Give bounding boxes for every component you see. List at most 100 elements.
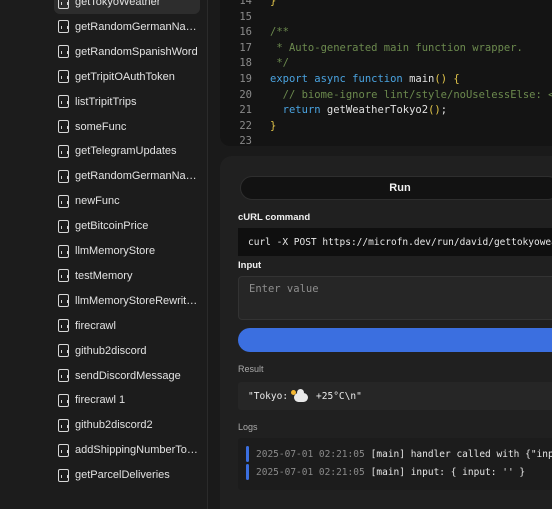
line-number: 22 (239, 119, 252, 132)
input-label: Input (238, 260, 262, 271)
code-text: export async function main() { (270, 73, 460, 85)
sidebar-item-label: getTripitOAuthToken (75, 70, 175, 83)
sidebar-item-label: someFunc (75, 120, 127, 133)
log-timestamp: 2025-07-01 02:21:05 (256, 466, 365, 478)
curl-command[interactable]: curl -X POST https://microfn.dev/run/dav… (238, 228, 552, 256)
line-number: 19 (239, 73, 252, 85)
log-message: [main] input: { input: '' } (370, 466, 526, 478)
result-output: "Tokyo: +25°C\n" (238, 382, 552, 410)
sidebar-item[interactable]: testMemory (54, 264, 200, 288)
code-text: * Auto-generated main function wrapper. (270, 41, 523, 54)
code-text: /** (270, 26, 289, 39)
sidebar-item-label: github2discord2 (75, 419, 153, 432)
run-panel: Run cURL command curl -X POST https://mi… (220, 156, 552, 509)
code-file-icon (58, 294, 69, 308)
logs-output: 2025-07-01 02:21:05 [main] handler calle… (238, 438, 552, 490)
log-level-marker (246, 446, 249, 462)
sidebar-item[interactable]: llmMemoryStoreRewritt… (54, 289, 200, 313)
log-level-marker (246, 464, 249, 480)
sidebar-item-label: github2discord (75, 344, 147, 357)
line-number: 23 (239, 135, 252, 146)
result-label: Result (238, 364, 264, 374)
sidebar-item-label: firecrawl (75, 319, 116, 332)
sun-cloud-icon (291, 388, 309, 402)
code-file-icon (58, 344, 69, 358)
line-number: 14 (239, 0, 252, 7)
sidebar-item[interactable]: getBitcoinPrice (54, 214, 200, 238)
sidebar-item[interactable]: addShippingNumberTo… (54, 438, 200, 462)
line-number: 18 (239, 57, 252, 70)
code-file-icon (58, 369, 69, 382)
sidebar-item[interactable]: firecrawl (54, 314, 200, 338)
sidebar-item[interactable]: getRandomGermanNa… (54, 164, 200, 188)
sidebar-item-label: getTokyoWeather (75, 0, 161, 8)
sidebar-item-label: testMemory (75, 269, 133, 282)
line-number: 16 (239, 26, 252, 39)
code-file-icon (58, 169, 69, 183)
code-text: } (270, 0, 277, 7)
sidebar-item[interactable]: listTripitTrips (54, 90, 200, 114)
sidebar-item-label: getParcelDeliveries (75, 469, 170, 482)
code-file-icon (58, 194, 69, 208)
sidebar-item[interactable]: getRandomGermanNa… (54, 15, 200, 39)
sidebar-item-label: listTripitTrips (75, 95, 137, 108)
sidebar-item[interactable]: firecrawl 1 (54, 388, 200, 412)
curl-label: cURL command (238, 212, 311, 223)
sidebar-item[interactable]: sendDiscordMessage (54, 364, 200, 388)
code-text: return getWeatherTokyo2(); (282, 104, 448, 117)
logs-label: Logs (238, 422, 258, 432)
code-file-icon (58, 0, 69, 9)
sidebar-item[interactable]: getTelegramUpdates (54, 139, 200, 163)
log-message: [main] handler called with {"input": (370, 448, 552, 460)
submit-button[interactable] (238, 328, 552, 352)
sidebar-item-label: llmMemoryStore (75, 245, 156, 257)
sidebar-item-label: sendDiscordMessage (75, 369, 181, 382)
code-text: */ (270, 57, 289, 70)
sidebar-item-label: getRandomSpanishWord (75, 45, 198, 58)
code-file-icon (58, 244, 69, 258)
line-number: 20 (239, 88, 252, 101)
sidebar-item-label: getRandomGermanNa… (75, 170, 197, 183)
code-file-icon (58, 120, 69, 133)
sidebar-item[interactable]: github2discord2 (54, 413, 200, 437)
code-file-icon (58, 20, 69, 34)
sidebar-item[interactable]: getParcelDeliveries (54, 463, 200, 487)
code-file-icon (58, 468, 69, 482)
result-suffix: +25°C\n" (316, 390, 362, 402)
line-number: 15 (239, 10, 252, 23)
code-file-icon (58, 319, 69, 333)
code-file-icon (58, 219, 69, 233)
input-field[interactable]: Enter value (238, 276, 552, 320)
code-editor[interactable]: 14} 15 16 /** 17 * Auto-generated main funct… (220, 0, 552, 146)
code-file-icon (58, 269, 69, 283)
run-button[interactable]: Run (240, 176, 552, 200)
code-file-icon (58, 95, 69, 109)
sidebar-item[interactable]: llmMemoryStore (54, 239, 200, 263)
code-file-icon (58, 393, 69, 407)
sidebar-item[interactable]: getRandomSpanishWord (54, 40, 200, 64)
sidebar-item-label: addShippingNumberTo… (75, 444, 198, 457)
code-file-icon (58, 144, 69, 158)
sidebar-item-label: getRandomGermanNa… (75, 20, 197, 33)
code-file-icon (58, 443, 69, 457)
sidebar-item[interactable]: newFunc (54, 189, 200, 213)
line-number: 17 (239, 41, 252, 54)
sidebar-item[interactable]: getTripitOAuthToken (54, 65, 200, 89)
code-text: // biome-ignore lint/style/noUselessElse… (270, 88, 552, 101)
function-sidebar: getTokyoWeather getRandomGermanNa… getRand… (0, 0, 208, 509)
code-file-icon (58, 418, 69, 432)
log-entry: 2025-07-01 02:21:05 [main] handler calle… (246, 446, 552, 462)
code-file-icon (58, 45, 69, 59)
sidebar-item-label: firecrawl 1 (75, 394, 126, 407)
log-entry: 2025-07-01 02:21:05 [main] input: { inpu… (246, 464, 525, 480)
sidebar-item-label: getBitcoinPrice (75, 220, 149, 233)
sidebar-item[interactable]: getTokyoWeather (54, 0, 200, 14)
line-number: 21 (239, 104, 252, 117)
sidebar-item-label: llmMemoryStoreRewritt… (75, 294, 199, 307)
log-timestamp: 2025-07-01 02:21:05 (256, 448, 365, 460)
sidebar-item-label: getTelegramUpdates (75, 145, 177, 158)
sidebar-item[interactable]: someFunc (54, 115, 200, 139)
result-prefix: "Tokyo: (248, 390, 289, 402)
sidebar-item-label: newFunc (75, 195, 120, 208)
sidebar-item[interactable]: github2discord (54, 339, 200, 363)
